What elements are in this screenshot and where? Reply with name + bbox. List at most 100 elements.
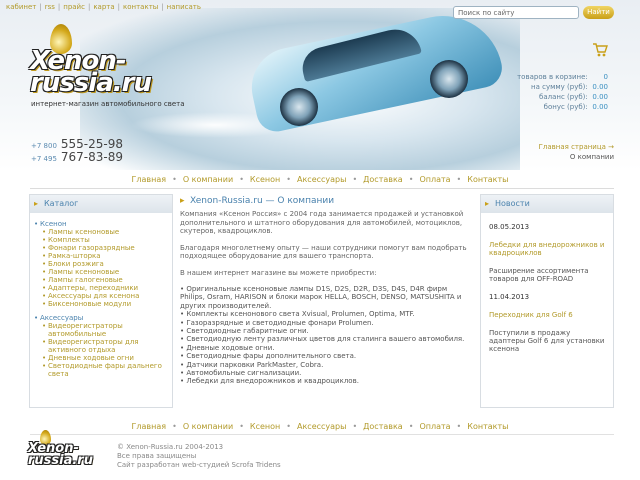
catalog-header: ▸ Каталог <box>30 195 172 213</box>
catalog-panel: ▸ Каталог Ксенон Лампы ксеноновые Компле… <box>29 194 173 408</box>
topnav-price[interactable]: прайс <box>63 3 85 11</box>
topnav-contacts[interactable]: контакты <box>123 3 158 11</box>
topnav-write[interactable]: написать <box>167 3 201 11</box>
footer-nav-payment[interactable]: Оплата <box>419 422 450 431</box>
phone-row: +7 800 555-25-98 <box>31 137 124 151</box>
list-item: • Светодиодные фары дополнительного свет… <box>180 352 357 361</box>
search-input[interactable]: Поиск по сайту <box>453 6 579 19</box>
divider <box>30 434 614 435</box>
catalog-item[interactable]: Дневные ходовые огни <box>42 354 168 362</box>
news-panel: ▸ Новости 08.05.2013 Лебедки для внедоро… <box>480 194 614 408</box>
catalog-item[interactable]: Светодиодные фары дальнего света <box>42 362 168 378</box>
topnav-cabinet[interactable]: кабинет <box>6 3 36 11</box>
nav-contacts[interactable]: Контакты <box>467 175 508 184</box>
catalog-item[interactable]: Адаптеры, переходники <box>42 284 168 292</box>
footer-nav-delivery[interactable]: Доставка <box>363 422 403 431</box>
catalog-item[interactable]: Лампы галогеновые <box>42 276 168 284</box>
copyright: © Xenon-Russia.ru 2004-2013 <box>117 443 224 451</box>
footer-nav-contacts[interactable]: Контакты <box>467 422 508 431</box>
news-title: Новости <box>495 199 530 208</box>
nav-about[interactable]: О компании <box>183 175 233 184</box>
list-item: • Газоразрядные и светодиодные фонари Pr… <box>180 318 374 327</box>
catalog-item[interactable]: Фонари газоразрядные <box>42 244 168 252</box>
site-header: кабинет | rss | прайс | карта | контакты | на… <box>0 0 640 170</box>
footer-logo[interactable]: Xenon-russia.ru <box>28 430 108 478</box>
site-logo[interactable]: Xenon-russia.ru <box>28 22 178 112</box>
cart-sum-label: на сумму (руб): <box>531 83 588 91</box>
catalog-group-xenon[interactable]: Ксенон <box>34 220 168 228</box>
catalog-item[interactable]: Аксессуары для ксенона <box>42 292 168 300</box>
arrow-right-icon: ▸ <box>180 196 185 206</box>
catalog-item[interactable]: Лампы ксеноновые <box>42 228 168 236</box>
catalog-item[interactable]: Лампы ксеноновые <box>42 268 168 276</box>
top-utility-nav: кабинет | rss | прайс | карта | контакты | на… <box>6 3 202 11</box>
news-text: Поступили в продажу адаптеры Golf 6 для … <box>489 329 605 353</box>
rights-text: Все права защищены <box>117 452 197 460</box>
nav-delivery[interactable]: Доставка <box>363 175 403 184</box>
footer-nav-xenon[interactable]: Ксенон <box>250 422 280 431</box>
news-date: 08.05.2013 <box>489 223 530 231</box>
list-item: • Комплекты ксенонового света Xvisual, P… <box>180 310 415 319</box>
phone-row: +7 495 767-83-89 <box>31 150 124 164</box>
main-nav: Главная • О компании • Ксенон • Аксессуары •… <box>131 174 509 184</box>
nav-home[interactable]: Главная <box>132 175 167 184</box>
catalog-group-accessories[interactable]: Аксессуары <box>34 314 168 322</box>
products-list: • Оригинальные ксеноновые лампы D1S, D2S… <box>180 285 472 386</box>
news-link[interactable]: Лебедки для внедорожников и квадроциклов <box>489 241 605 257</box>
catalog-item[interactable]: Блоки розжига <box>42 260 168 268</box>
phone-numbers: +7 800 555-25-98 +7 495 767-83-89 <box>31 137 124 164</box>
logo-text: Xenon-russia.ru <box>30 46 152 98</box>
divider <box>30 188 614 189</box>
car-wheel <box>280 88 318 126</box>
nav-accessories[interactable]: Аксессуары <box>297 175 346 184</box>
list-item: • Светодиодную ленту различных цветов дл… <box>180 335 465 344</box>
offer-paragraph: В нашем интернет магазине вы можете прио… <box>180 268 377 277</box>
footer-nav-accessories[interactable]: Аксессуары <box>297 422 346 431</box>
cart-summary: товаров в корзине: 0 на сумму (руб): 0.0… <box>510 72 608 112</box>
breadcrumb-home[interactable]: Главная страница → <box>520 142 614 152</box>
breadcrumb-current: О компании <box>569 153 614 161</box>
news-date: 11.04.2013 <box>489 293 530 301</box>
cart-icon[interactable] <box>592 42 608 58</box>
catalog-item[interactable]: Биксеноновые модули <box>42 300 168 308</box>
developer-credit: Сайт разработан web-студией Scrofa Tride… <box>117 461 281 469</box>
news-link[interactable]: Переходник для Golf 6 <box>489 311 605 319</box>
phone-number: 555-25-98 <box>60 137 124 151</box>
nav-payment[interactable]: Оплата <box>419 175 450 184</box>
arrow-right-icon: ▸ <box>485 199 490 208</box>
topnav-rss[interactable]: rss <box>45 3 55 11</box>
bonus-label: бонус (руб): <box>543 103 588 111</box>
car-wheel <box>430 60 468 98</box>
cart-count-label: товаров в корзине: <box>517 73 588 81</box>
bonus-value: 0.00 <box>592 103 608 111</box>
catalog-title: Каталог <box>44 199 79 208</box>
footer-logo-text: Xenon-russia.ru <box>28 441 93 468</box>
topnav-map[interactable]: карта <box>93 3 114 11</box>
list-item: • Оригинальные ксеноновые лампы D1S, D2S… <box>180 285 462 310</box>
list-item: • Автомобильные сигнализации. <box>180 369 302 378</box>
news-text: Расширение ассортимента товаров для OFF-… <box>489 267 589 283</box>
balance-value: 0.00 <box>592 93 608 101</box>
list-item: • Лебедки для внедорожников и квадроцикл… <box>180 377 359 386</box>
footer-nav-about[interactable]: О компании <box>183 422 233 431</box>
catalog-list: Ксенон Лампы ксеноновые Комплекты Фонари… <box>30 213 172 378</box>
breadcrumb: Главная страница → О компании <box>520 142 614 162</box>
catalog-item[interactable]: Видеорегистраторы для активного отдыха <box>42 338 168 354</box>
search-button[interactable]: Найти <box>583 6 614 19</box>
phone-code: +7 495 <box>31 155 57 163</box>
footer-nav-home[interactable]: Главная <box>132 422 167 431</box>
balance-label: баланс (руб): <box>539 93 588 101</box>
catalog-item[interactable]: Видеорегистраторы автомобильные <box>42 322 168 338</box>
page-title-text: Xenon-Russia.ru — О компании <box>190 196 335 206</box>
arrow-right-icon: ▸ <box>34 199 39 208</box>
catalog-item[interactable]: Рамка-шторка <box>42 252 168 260</box>
list-item: • Датчики парковки ParkMaster, Cobra. <box>180 360 324 369</box>
page-title: ▸ Xenon-Russia.ru — О компании <box>180 194 472 210</box>
phone-code: +7 800 <box>31 142 57 150</box>
cart-count-value: 0 <box>603 73 608 81</box>
nav-xenon[interactable]: Ксенон <box>250 175 280 184</box>
phone-number: 767-83-89 <box>60 150 124 164</box>
catalog-item[interactable]: Комплекты <box>42 236 168 244</box>
site-tagline: интернет-магазин автомобильного света <box>31 100 185 108</box>
list-item: • Дневные ходовые огни. <box>180 343 275 352</box>
